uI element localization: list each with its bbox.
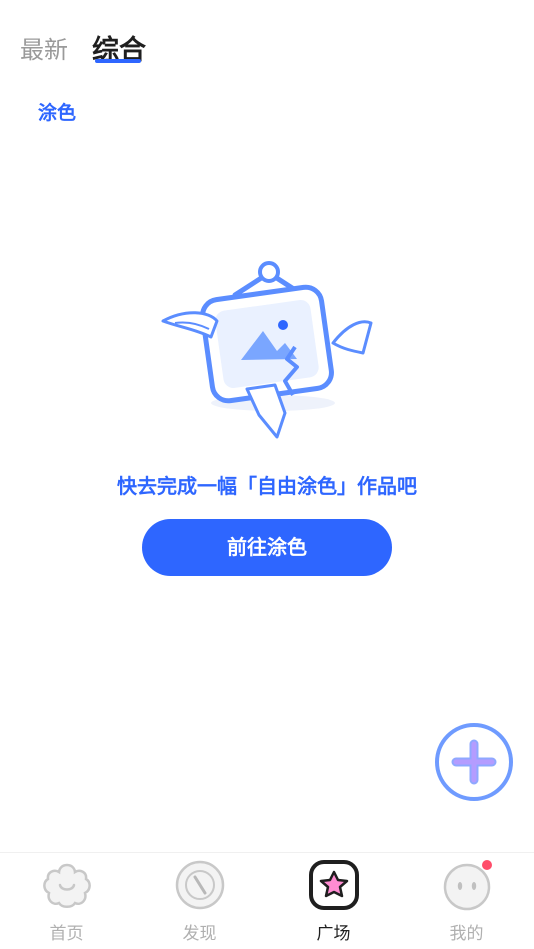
nav-item-discover[interactable]: 发现 <box>133 853 266 949</box>
go-coloring-button[interactable]: 前往涂色 <box>142 519 392 576</box>
nav-label-me: 我的 <box>449 924 484 944</box>
nav-item-me[interactable]: 我的 <box>400 853 533 949</box>
active-tab-indicator <box>95 59 141 63</box>
empty-state-message: 快去完成一幅「自由涂色」作品吧 <box>117 474 417 498</box>
plus-icon <box>435 723 513 801</box>
notification-dot <box>482 860 492 870</box>
compass-icon <box>174 859 226 911</box>
nav-label-discover: 发现 <box>182 924 217 944</box>
picture-frame-icon <box>161 261 373 439</box>
flower-face-icon <box>41 859 93 911</box>
top-tabs: 最新 综合 <box>0 0 534 90</box>
bottom-navigation: 首页 发现 广场 我的 <box>0 852 534 949</box>
star-badge-icon <box>308 859 360 911</box>
nav-label-home: 首页 <box>49 924 84 944</box>
nav-label-square: 广场 <box>316 924 351 944</box>
nav-item-square[interactable]: 广场 <box>267 853 400 949</box>
tab-latest[interactable]: 最新 <box>20 30 68 65</box>
add-button[interactable] <box>434 722 514 802</box>
face-icon <box>441 859 493 911</box>
empty-state-illustration <box>155 255 385 445</box>
nav-item-home[interactable]: 首页 <box>0 853 133 949</box>
filter-coloring[interactable]: 涂色 <box>38 98 76 125</box>
